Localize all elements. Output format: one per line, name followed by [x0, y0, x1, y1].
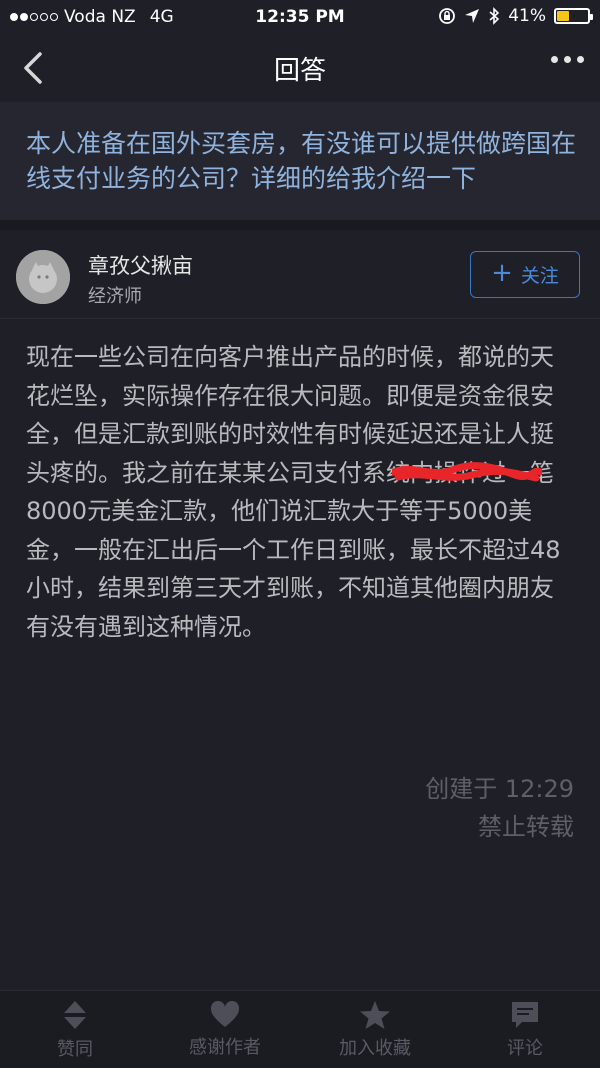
- comment-button[interactable]: 评论: [450, 991, 600, 1068]
- favorite-label: 加入收藏: [339, 1037, 411, 1059]
- avatar[interactable]: [16, 250, 70, 304]
- plus-icon: +: [491, 258, 513, 288]
- author-name[interactable]: 章孜父揪亩: [88, 250, 193, 280]
- answer-body: 现在一些公司在向客户推出产品的时候，都说的天花烂坠，实际操作存在很大问题。即便是…: [26, 343, 561, 641]
- star-icon: [360, 1000, 390, 1029]
- bottom-action-bar: 赞同 感谢作者 加入收藏 评论: [0, 990, 600, 1068]
- thank-author-button[interactable]: 感谢作者: [150, 991, 300, 1068]
- status-right: 41%: [438, 6, 593, 26]
- rotation-lock-icon: [439, 8, 456, 24]
- redaction-scribble: [392, 462, 542, 482]
- thank-author-label: 感谢作者: [189, 1036, 261, 1058]
- heart-icon: [210, 1000, 240, 1027]
- page-title: 回答: [273, 56, 326, 86]
- nav-bar: 回答: [0, 34, 600, 102]
- vote-arrows-icon: [64, 1000, 86, 1029]
- question-title[interactable]: 本人准备在国外买套房，有没谁可以提供做跨国在线支付业务的公司？详细的给我介绍一下: [26, 126, 578, 196]
- follow-label: 关注: [520, 265, 559, 287]
- created-time: 创建于 12:29: [425, 775, 574, 803]
- answer-meta: 创建于 12:29 禁止转载: [425, 770, 574, 846]
- battery-icon: [554, 8, 593, 24]
- author-row: 章孜父揪亩 经济师 + 关注: [0, 230, 600, 319]
- default-avatar-icon: [16, 250, 70, 304]
- more-dots-icon[interactable]: [551, 56, 584, 63]
- follow-button[interactable]: + 关注: [470, 251, 580, 298]
- location-arrow-icon: [465, 9, 480, 23]
- bluetooth-icon: [489, 7, 500, 25]
- comment-icon: [512, 1001, 538, 1028]
- vote-label: 赞同: [57, 1038, 93, 1060]
- comment-label: 评论: [507, 1037, 543, 1059]
- section-divider: [0, 220, 600, 230]
- author-role: 经济师: [88, 286, 142, 307]
- favorite-button[interactable]: 加入收藏: [300, 991, 450, 1068]
- question-block[interactable]: 本人准备在国外买套房，有没谁可以提供做跨国在线支付业务的公司？详细的给我介绍一下: [0, 102, 600, 220]
- battery-percent: 41%: [508, 6, 546, 26]
- status-bar: Voda NZ 4G 12:35 PM 41%: [0, 0, 600, 34]
- vote-button[interactable]: 赞同: [0, 991, 150, 1068]
- copyright-notice: 禁止转载: [478, 813, 574, 841]
